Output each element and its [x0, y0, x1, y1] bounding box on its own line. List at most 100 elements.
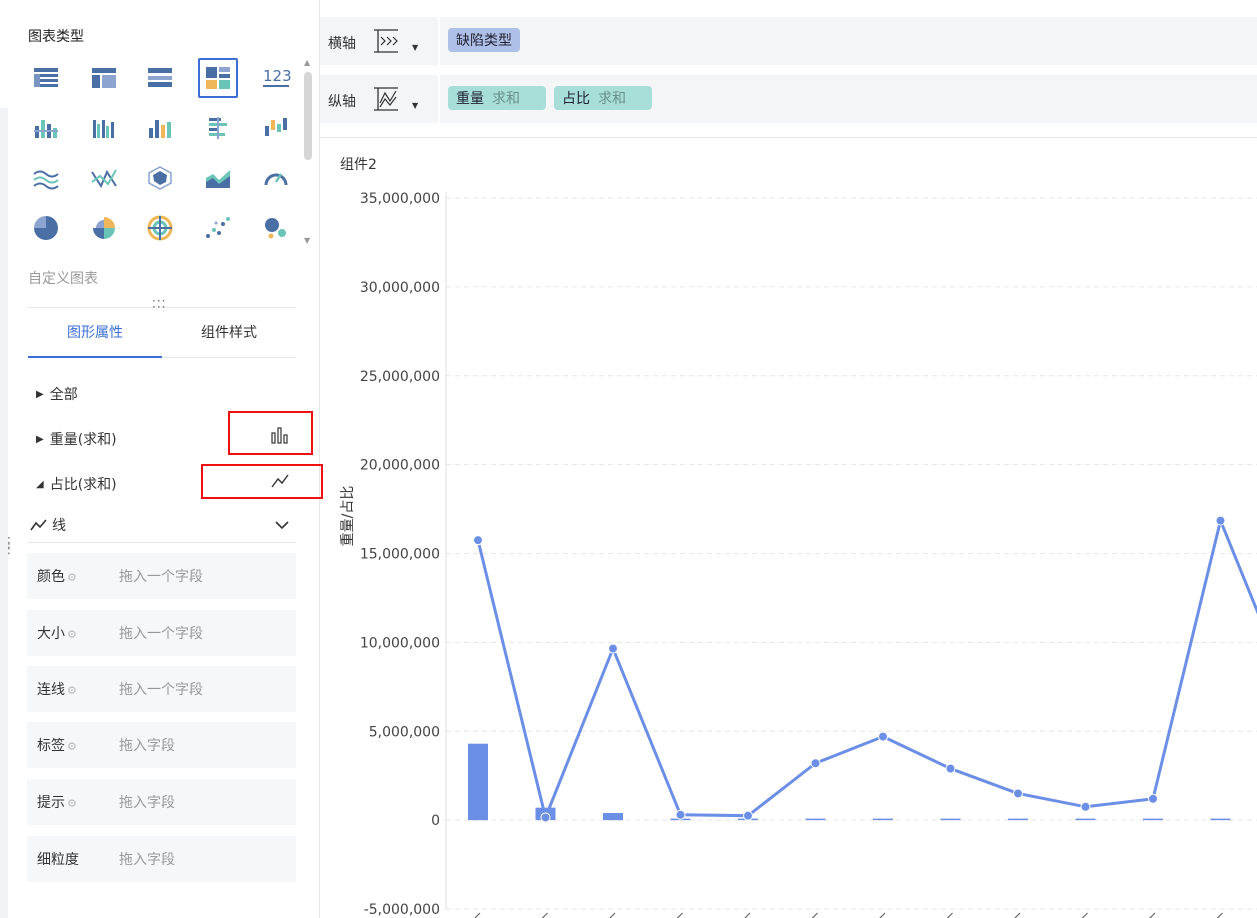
line-point[interactable]	[1080, 801, 1091, 812]
bar-mark[interactable]	[940, 818, 961, 821]
column-chart-icon[interactable]	[140, 108, 180, 148]
bar-mark[interactable]	[603, 813, 623, 821]
bar-chart-icon[interactable]	[198, 108, 238, 148]
bar-mark[interactable]	[1075, 818, 1096, 821]
line-point[interactable]	[743, 810, 753, 821]
field-size[interactable]: 大小 ⚙ 拖入一个字段	[27, 610, 296, 656]
x-axis-field-name: 缺陷类型	[456, 33, 512, 49]
area-chart-icon[interactable]	[198, 158, 238, 198]
line-point[interactable]	[608, 643, 618, 654]
x-axis-field-pill[interactable]: 缺陷类型	[448, 28, 520, 52]
scroll-up-icon[interactable]: ▲	[304, 58, 310, 67]
x-tick-mark	[541, 912, 548, 918]
gear-icon[interactable]: ⚙	[67, 684, 77, 697]
chevron-down-icon[interactable]	[274, 517, 290, 533]
line-section-header[interactable]: 线	[30, 515, 296, 535]
x-axis-dropdown-icon[interactable]: ▼	[412, 43, 418, 52]
field-tooltip[interactable]: 提示 ⚙ 拖入字段	[27, 779, 296, 825]
ring-chart-icon[interactable]	[140, 208, 180, 248]
line-point[interactable]	[473, 535, 483, 546]
line-point[interactable]	[945, 763, 956, 774]
kpi-number-icon[interactable]: 123	[256, 58, 296, 98]
combo-chart[interactable]: -5,000,000 0 5,000,000 10,000,000 15,000,000…	[320, 138, 1257, 918]
line-point[interactable]	[1148, 793, 1158, 804]
y-axis-field-pill-ratio[interactable]: 占比 求和	[554, 86, 652, 110]
highlight-box-line-type	[201, 464, 323, 499]
x-tick-mark	[1149, 912, 1156, 918]
bar-mark[interactable]	[1008, 818, 1028, 821]
line-point[interactable]	[540, 812, 551, 823]
custom-chart-label[interactable]: 自定义图表	[28, 268, 98, 288]
y-field-name: 重量	[456, 91, 484, 107]
radar-chart-icon[interactable]	[140, 158, 180, 198]
tab-shape-properties[interactable]: 图形属性	[28, 322, 162, 358]
gear-icon[interactable]: ⚙	[67, 628, 77, 641]
bar-mark[interactable]	[1210, 818, 1231, 821]
bar-mark[interactable]	[468, 743, 488, 821]
y-axis-title-text: 重量/占比	[340, 486, 356, 547]
gear-icon[interactable]: ⚙	[67, 797, 77, 810]
x-tick-mark	[1014, 912, 1021, 918]
line-series	[473, 515, 1257, 823]
y-axis-settings-icon[interactable]	[372, 85, 400, 113]
y-axis-drop-zone[interactable]: 重量 求和 占比 求和	[440, 75, 1257, 123]
x-tick-mark	[811, 912, 818, 918]
range-column-icon[interactable]	[256, 108, 296, 148]
tab-component-style[interactable]: 组件样式	[162, 322, 296, 358]
field-label-tag[interactable]: 标签 ⚙ 拖入字段	[27, 722, 296, 768]
stacked-column-icon[interactable]	[26, 108, 66, 148]
scroll-down-icon[interactable]: ▼	[304, 236, 310, 245]
bubble-chart-icon[interactable]	[256, 208, 296, 248]
y-tick-label: 30,000,000	[360, 280, 440, 296]
detail-table-icon[interactable]	[140, 58, 180, 98]
line-type-icon[interactable]	[270, 471, 290, 495]
x-tick-mark	[879, 912, 886, 918]
field-placeholder: 拖入一个字段	[119, 569, 203, 585]
left-panel: ⋮ ⋮ 图表类型 123 ▲ ▼ 自定义图表 ··· ··· 图形属性 组件样式…	[0, 0, 323, 918]
y-tick-label: 5,000,000	[369, 724, 440, 740]
tree-item-all[interactable]: ▶ 全部	[36, 384, 78, 404]
y-axis-dropdown-icon[interactable]: ▼	[412, 101, 418, 110]
collapsed-triangle-icon: ▶	[36, 433, 44, 445]
drag-handle-icon[interactable]: ··· ···	[152, 295, 166, 313]
y-tick-label: 10,000,000	[360, 635, 440, 651]
y-axis-ticks: -5,000,000 0 5,000,000 10,000,000 15,000,000…	[360, 191, 440, 918]
x-axis-settings-icon[interactable]	[372, 27, 400, 55]
y-axis-label: 纵轴	[328, 94, 356, 110]
line-chart-icon[interactable]	[84, 158, 124, 198]
tree-item-weight-sum[interactable]: ▶ 重量(求和)	[36, 429, 117, 449]
gear-icon[interactable]: ⚙	[67, 571, 77, 584]
tree-item-ratio-sum[interactable]: ◢ 占比(求和)	[36, 474, 117, 494]
cross-table-icon[interactable]	[84, 58, 124, 98]
bar-mark[interactable]	[805, 818, 826, 821]
line-point[interactable]	[878, 731, 888, 742]
pie-chart-icon[interactable]	[26, 208, 66, 248]
rose-pie-icon[interactable]	[84, 208, 124, 248]
multi-chart-icon[interactable]	[198, 58, 238, 98]
line-point[interactable]	[810, 758, 821, 769]
bar-mark[interactable]	[1143, 818, 1163, 821]
area-wave-icon[interactable]	[26, 158, 66, 198]
gear-icon[interactable]: ⚙	[67, 740, 77, 753]
line-point[interactable]	[1013, 788, 1023, 799]
chart-type-scrollbar[interactable]	[304, 72, 312, 160]
y-axis-bar: 纵轴 ▼ 重量 求和 占比 求和	[320, 75, 1257, 123]
field-color[interactable]: 颜色 ⚙ 拖入一个字段	[27, 553, 296, 599]
table-icon[interactable]	[26, 58, 66, 98]
field-placeholder: 拖入字段	[119, 795, 175, 811]
x-axis-drop-zone[interactable]: 缺陷类型	[440, 17, 1257, 65]
field-connect-line[interactable]: 连线 ⚙ 拖入一个字段	[27, 666, 296, 712]
y-axis-field-pill-weight[interactable]: 重量 求和	[448, 86, 546, 110]
gauge-icon[interactable]	[256, 158, 296, 198]
collapsed-triangle-icon: ▶	[36, 388, 44, 400]
line-point[interactable]	[675, 809, 686, 820]
resize-grip-icon[interactable]: ⋮ ⋮	[2, 536, 16, 556]
x-tick-mark	[676, 912, 683, 918]
bar-type-icon[interactable]	[270, 425, 290, 449]
grouped-column-icon[interactable]	[84, 108, 124, 148]
line-point[interactable]	[1215, 515, 1226, 526]
scatter-chart-icon[interactable]	[198, 208, 238, 248]
bar-mark[interactable]	[873, 818, 893, 821]
field-granularity[interactable]: 细粒度 拖入字段	[27, 836, 296, 882]
x-tick-mark	[1216, 912, 1223, 918]
